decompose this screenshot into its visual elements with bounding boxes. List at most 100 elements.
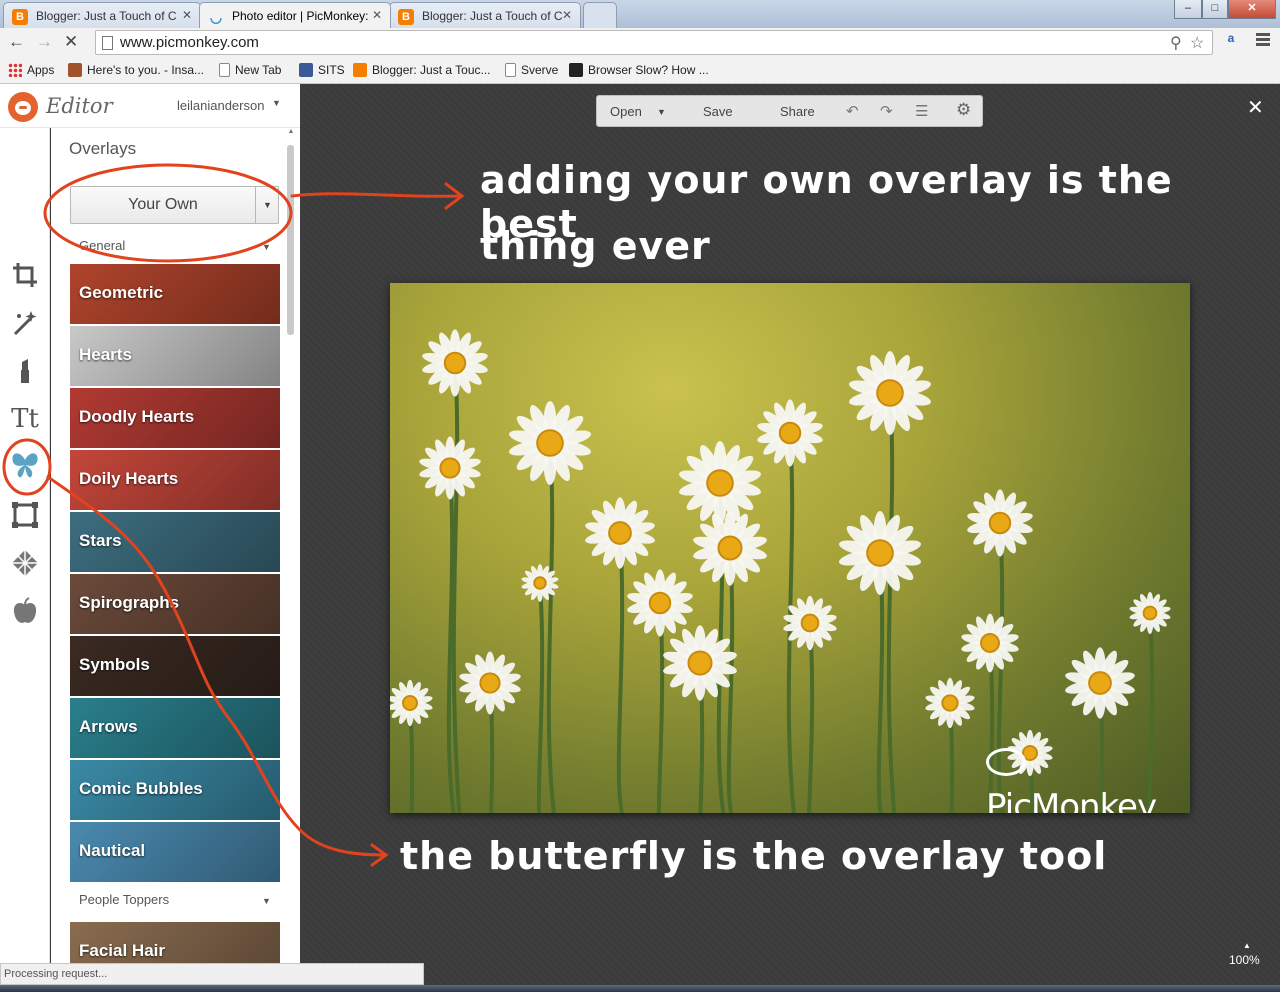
daisy-flower <box>849 351 931 435</box>
facebook-icon <box>299 63 313 77</box>
overlay-tile-label: Facial Hair <box>79 941 165 960</box>
back-arrow-icon[interactable]: ← <box>8 32 25 52</box>
tab-close-icon[interactable]: ✕ <box>562 8 572 22</box>
redo-icon[interactable]: ↷ <box>880 102 893 120</box>
browser-tab-2[interactable]: ◡ Photo editor | PicMonkey: ✕ <box>199 2 391 28</box>
tab-title: Blogger: Just a Touch of C <box>422 9 563 23</box>
photo-favicon <box>68 63 82 77</box>
section-general[interactable]: General <box>79 238 125 253</box>
overlay-tile[interactable]: Symbols <box>70 636 280 696</box>
daisy-stem <box>726 547 735 813</box>
textures-tool-icon[interactable] <box>8 546 42 580</box>
browser-tab-1[interactable]: B Blogger: Just a Touch of C ✕ <box>3 2 201 28</box>
chevron-down-icon[interactable]: ▼ <box>255 187 279 223</box>
zoom-caret-icon[interactable]: ▲ <box>1243 941 1251 950</box>
picmonkey-watermark: PicMonkey <box>986 747 1190 813</box>
section-people-toppers[interactable]: People Toppers <box>79 892 169 907</box>
overlay-tile-label: Hearts <box>79 345 132 364</box>
overlay-tile[interactable]: Arrows <box>70 698 280 758</box>
effects-wand-icon[interactable] <box>8 306 42 340</box>
overlay-tile[interactable]: Doily Hearts <box>70 450 280 510</box>
bookmark-sits[interactable]: SITS <box>299 63 345 77</box>
watermark-text: PicMonkey <box>986 787 1157 813</box>
chevron-down-icon[interactable]: ▼ <box>272 98 281 108</box>
extension-icon[interactable]: a <box>1222 31 1240 53</box>
overlay-tile[interactable]: Geometric <box>70 264 280 324</box>
bookmark-apps[interactable]: Apps <box>8 63 54 77</box>
overlay-tile[interactable]: Facial Hair <box>70 922 280 964</box>
bookmark-insa[interactable]: Here's to you. - Insa... <box>68 63 204 77</box>
overlay-tile-label: Nautical <box>79 841 146 860</box>
browser-tab-3[interactable]: B Blogger: Just a Touch of C ✕ <box>389 2 581 28</box>
scrollbar-thumb[interactable] <box>287 145 294 335</box>
forward-arrow-icon[interactable]: → <box>36 32 53 52</box>
share-button[interactable]: Share <box>780 104 815 119</box>
touch-up-lipstick-icon[interactable] <box>8 354 42 388</box>
bookmark-blogger[interactable]: Blogger: Just a Touc... <box>353 63 491 77</box>
windows-taskbar <box>0 985 1280 992</box>
bookmark-new-tab[interactable]: New Tab <box>219 63 281 77</box>
layers-icon[interactable]: ☰ <box>915 102 928 120</box>
apps-grid-icon <box>8 63 22 77</box>
chevron-down-icon[interactable]: ▼ <box>262 242 271 252</box>
bookmark-label: Here's to you. - Insa... <box>87 63 205 77</box>
overlay-tile[interactable]: Stars <box>70 512 280 572</box>
crop-tool-icon[interactable] <box>8 258 42 292</box>
bookmark-label: Apps <box>27 63 55 77</box>
picmonkey-icon: ◡ <box>209 9 223 25</box>
open-button[interactable]: Open <box>610 104 642 119</box>
gear-icon[interactable]: ⚙ <box>956 100 971 120</box>
new-tab-button[interactable] <box>583 2 617 28</box>
photo-canvas[interactable]: PicMonkey <box>390 283 1190 813</box>
themes-apple-icon[interactable] <box>8 594 42 628</box>
menu-icon[interactable] <box>1256 33 1270 48</box>
window-close-button[interactable]: ✕ <box>1228 0 1276 19</box>
restore-button[interactable]: □ <box>1202 0 1228 19</box>
daisy-flower <box>757 399 823 467</box>
tab-title: Photo editor | PicMonkey: <box>232 9 369 23</box>
star-icon[interactable]: ☆ <box>1190 33 1204 53</box>
daisy-flower <box>1065 647 1135 719</box>
daisy-stem <box>536 582 545 813</box>
butterfly-overlay-icon[interactable] <box>8 448 42 482</box>
tab-close-icon[interactable]: ✕ <box>372 8 382 22</box>
overlay-tile[interactable]: Hearts <box>70 326 280 386</box>
overlay-tile[interactable]: Spirographs <box>70 574 280 634</box>
daisy-photo <box>390 329 1171 813</box>
undo-icon[interactable]: ↶ <box>846 102 859 120</box>
daisy-flower <box>627 569 693 637</box>
username-menu[interactable]: leilanianderson <box>177 98 264 113</box>
url-text: www.picmonkey.com <box>120 34 259 51</box>
text-tool-icon[interactable]: Tt <box>8 402 42 436</box>
browser-toolbar: ← → ✕ www.picmonkey.com ⚲ ☆ a <box>0 28 1280 58</box>
stop-loading-icon[interactable]: ✕ <box>64 32 78 52</box>
overlays-panel: Overlays Your Own ▼ General ▼ Geometric H… <box>51 128 300 964</box>
chevron-down-icon[interactable]: ▼ <box>262 896 271 906</box>
overlay-tile[interactable]: Nautical <box>70 822 280 882</box>
scroll-up-arrow-icon[interactable]: ▲ <box>287 128 295 138</box>
daisy-flower <box>459 651 521 715</box>
minimize-button[interactable]: – <box>1174 0 1202 19</box>
editor-logo-text: Editor <box>46 94 113 118</box>
your-own-button[interactable]: Your Own ▼ <box>70 186 279 224</box>
address-bar[interactable]: www.picmonkey.com ⚲ ☆ <box>95 30 1213 55</box>
page-icon <box>219 63 230 77</box>
overlay-tile[interactable]: Doodly Hearts <box>70 388 280 448</box>
frames-tool-icon[interactable] <box>8 498 42 532</box>
bookmark-htg[interactable]: Browser Slow? How ... <box>569 63 709 77</box>
overlay-tile-label: Stars <box>79 531 122 550</box>
htg-icon <box>569 63 583 77</box>
your-own-label: Your Own <box>128 196 198 213</box>
overlay-tile-label: Doodly Hearts <box>79 407 195 426</box>
chevron-down-icon[interactable]: ▼ <box>657 107 666 117</box>
daisy-flower <box>693 510 767 586</box>
overlay-tile[interactable]: Comic Bubbles <box>70 760 280 820</box>
page-icon <box>505 63 516 77</box>
tab-close-icon[interactable]: ✕ <box>182 8 192 22</box>
close-icon[interactable]: ✕ <box>1247 95 1264 120</box>
search-icon[interactable]: ⚲ <box>1170 33 1182 53</box>
zoom-level[interactable]: 100% <box>1229 953 1260 967</box>
save-button[interactable]: Save <box>703 104 733 119</box>
daisy-flower <box>509 401 591 485</box>
bookmark-sverve[interactable]: Sverve <box>505 63 558 77</box>
